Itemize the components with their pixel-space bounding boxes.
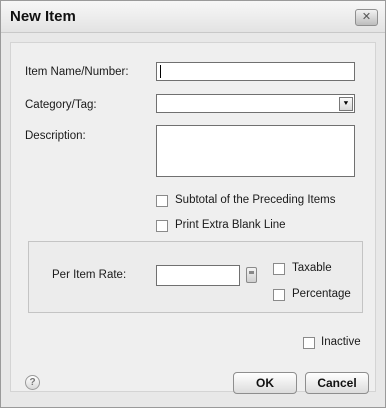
blank-line-label: Print Extra Blank Line bbox=[175, 219, 286, 231]
close-button[interactable]: ✕ bbox=[355, 9, 378, 26]
new-item-dialog: New Item ✕ Item Name/Number: Category/Ta… bbox=[0, 0, 386, 408]
description-textarea[interactable] bbox=[156, 125, 355, 177]
inactive-label: Inactive bbox=[321, 336, 361, 348]
subtotal-checkbox[interactable] bbox=[156, 195, 168, 207]
taxable-label: Taxable bbox=[292, 262, 332, 274]
chevron-down-icon: ⯆ bbox=[342, 99, 350, 108]
inactive-checkbox[interactable] bbox=[303, 337, 315, 349]
rate-input[interactable] bbox=[156, 265, 240, 286]
ok-button[interactable]: OK bbox=[233, 372, 297, 394]
taxable-checkbox[interactable] bbox=[273, 263, 285, 275]
percentage-label: Percentage bbox=[292, 288, 351, 300]
dialog-title: New Item bbox=[10, 8, 76, 25]
help-button[interactable]: ? bbox=[25, 375, 40, 390]
close-icon: ✕ bbox=[361, 11, 372, 23]
item-name-label: Item Name/Number: bbox=[25, 66, 129, 78]
title-bar: New Item ✕ bbox=[1, 1, 385, 33]
calculator-icon[interactable] bbox=[246, 267, 257, 283]
category-label: Category/Tag: bbox=[25, 99, 97, 111]
rate-label: Per Item Rate: bbox=[52, 269, 127, 281]
item-name-input[interactable] bbox=[156, 62, 355, 81]
category-select[interactable]: ⯆ bbox=[156, 94, 355, 113]
description-label: Description: bbox=[25, 130, 86, 142]
percentage-checkbox[interactable] bbox=[273, 289, 285, 301]
cancel-button[interactable]: Cancel bbox=[305, 372, 369, 394]
dropdown-arrow-button[interactable]: ⯆ bbox=[339, 97, 353, 111]
text-cursor bbox=[160, 65, 161, 78]
question-mark-icon: ? bbox=[29, 377, 36, 388]
blank-line-checkbox[interactable] bbox=[156, 220, 168, 232]
subtotal-label: Subtotal of the Preceding Items bbox=[175, 194, 336, 206]
